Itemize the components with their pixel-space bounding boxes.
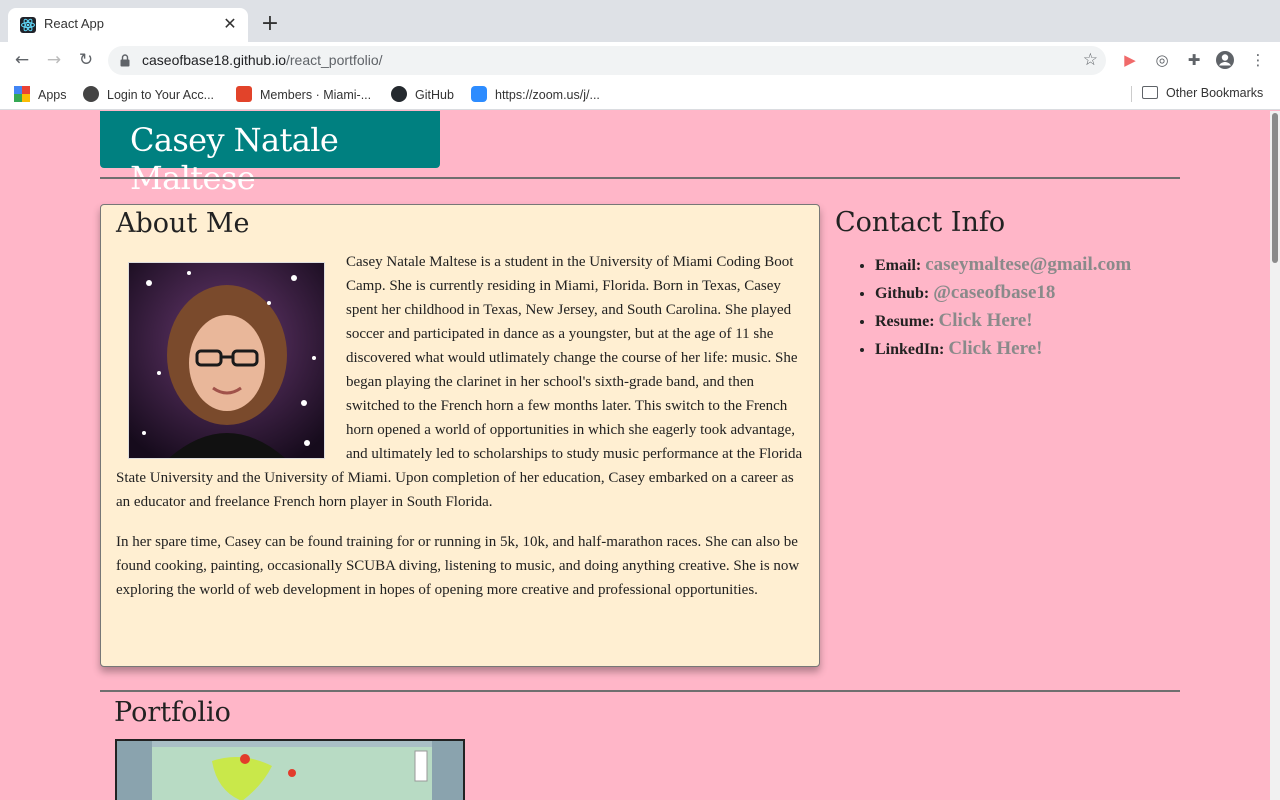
globe-icon (83, 86, 99, 102)
tab-react-app[interactable]: React App ✕ (8, 8, 248, 42)
bookmark-gitlab[interactable]: Members · Miami-... (236, 86, 371, 104)
contact-list: Email: caseymaltese@gmail.com Github: @c… (875, 251, 1131, 363)
bookmark-github[interactable]: GitHub (391, 86, 454, 104)
contact-resume: Resume: Click Here! (875, 307, 1131, 335)
gitlab-icon (236, 86, 252, 102)
profile-avatar-icon[interactable] (1215, 50, 1235, 70)
linkedin-link[interactable]: Click Here! (948, 338, 1042, 359)
portfolio-title: Portfolio (114, 697, 231, 728)
bookmark-apps[interactable]: Apps (14, 86, 67, 104)
section-divider (100, 690, 1180, 692)
menu-kebab-icon[interactable]: ⋮ (1248, 50, 1268, 70)
about-title: About Me (116, 208, 250, 239)
reload-button[interactable]: ↻ (74, 48, 98, 72)
other-bookmarks[interactable]: Other Bookmarks (1142, 86, 1263, 104)
email-link[interactable]: caseymaltese@gmail.com (925, 254, 1131, 275)
resume-link[interactable]: Click Here! (939, 310, 1033, 331)
bookmark-zoom[interactable]: https://zoom.us/j/... (471, 86, 600, 104)
bookmark-star-icon[interactable]: ☆ (1083, 50, 1098, 70)
bio-paragraph-2: In her spare time, Casey can be found tr… (116, 534, 800, 598)
close-tab-icon[interactable]: ✕ (220, 14, 240, 34)
extension-circle-icon[interactable]: ◎ (1152, 50, 1172, 70)
browser-toolbar: ← → ↻ caseofbase18.github.io/react_portf… (0, 42, 1280, 78)
bookmark-label: Login to Your Acc... (107, 88, 215, 102)
react-icon (20, 17, 36, 33)
apps-grid-icon (14, 86, 30, 102)
github-icon (391, 86, 407, 102)
url-text[interactable]: caseofbase18.github.io/react_portfolio/ (142, 52, 383, 68)
page-viewport: Casey Natale Maltese About Me Casey Nata… (0, 111, 1270, 800)
github-link[interactable]: @caseofbase18 (933, 282, 1055, 303)
bookmarks-bar: Apps Login to Your Acc... Members · Miam… (0, 78, 1280, 110)
header-divider (100, 177, 1180, 179)
bookmark-login[interactable]: Login to Your Acc... (83, 86, 214, 104)
back-button[interactable]: ← (10, 48, 34, 72)
about-card: About Me Casey Natale Maltese is a stude… (100, 204, 820, 667)
page-scrollbar[interactable] (1270, 111, 1280, 800)
url-host: caseofbase18.github.io (142, 52, 286, 68)
bio-text: Casey Natale Maltese is a student in the… (116, 250, 806, 602)
tab-strip: React App ✕ + (0, 0, 1280, 42)
extension-arrow-icon[interactable]: ▶ (1120, 50, 1140, 70)
other-bookmarks-label: Other Bookmarks (1166, 86, 1264, 100)
contact-linkedin: LinkedIn: Click Here! (875, 335, 1131, 363)
contact-label: Github: (875, 285, 930, 302)
scrollbar-thumb[interactable] (1272, 113, 1278, 263)
contact-email: Email: caseymaltese@gmail.com (875, 251, 1131, 279)
new-tab-button[interactable]: + (258, 12, 282, 36)
site-title: Casey Natale Maltese (130, 121, 339, 197)
bookmark-label: GitHub (415, 88, 454, 102)
bookmark-label: https://zoom.us/j/... (495, 88, 600, 102)
contact-label: Email: (875, 257, 922, 274)
bookmark-label: Apps (38, 88, 67, 102)
site-header: Casey Natale Maltese (100, 111, 440, 197)
lock-icon (120, 54, 130, 67)
contact-title: Contact Info (835, 207, 1006, 238)
url-path: /react_portfolio/ (286, 52, 383, 68)
address-bar[interactable]: caseofbase18.github.io/react_portfolio/ … (108, 46, 1106, 75)
contact-github: Github: @caseofbase18 (875, 279, 1131, 307)
photo-spacer (116, 250, 346, 460)
contact-label: Resume: (875, 313, 935, 330)
portfolio-project-thumbnail[interactable] (115, 739, 465, 800)
folder-icon (1142, 86, 1158, 99)
tab-title: React App (44, 16, 104, 31)
bookmark-label: Members · Miami-... (260, 88, 372, 102)
extensions-puzzle-icon[interactable]: ✚ (1184, 50, 1204, 70)
contact-label: LinkedIn: (875, 341, 945, 358)
forward-button[interactable]: → (42, 48, 66, 72)
bookmarks-divider (1131, 86, 1132, 102)
zoom-icon (471, 86, 487, 102)
